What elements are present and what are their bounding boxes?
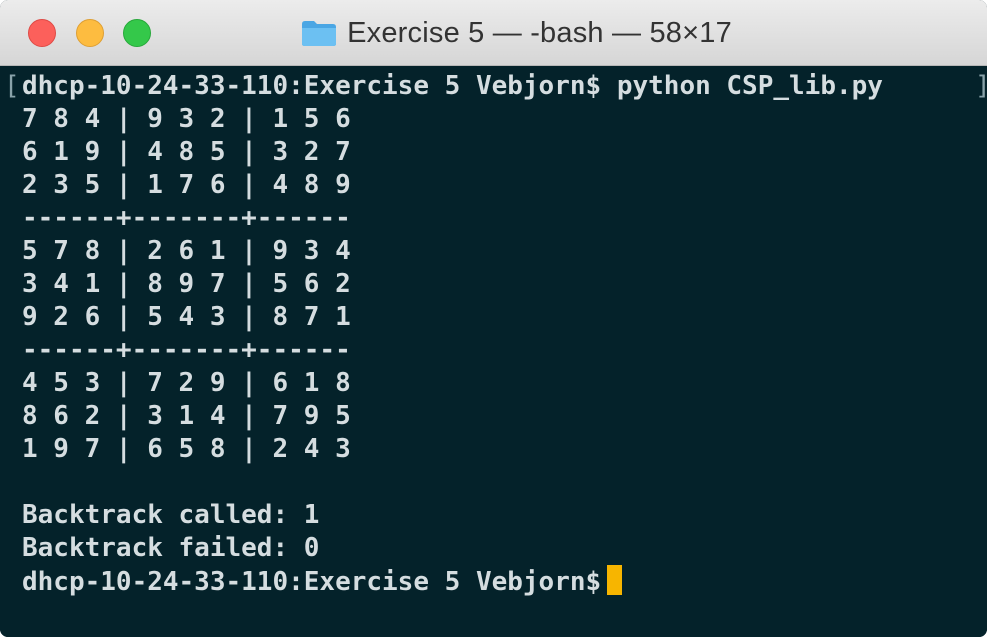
left-bracket: [	[4, 71, 20, 101]
sudoku-row-9: 1 9 7 | 6 5 8 | 2 4 3	[22, 434, 351, 464]
sudoku-row-5: 3 4 1 | 8 9 7 | 5 6 2	[22, 269, 351, 299]
terminal-window: Exercise 5 — -bash — 58×17 [ ] dhcp-10-2…	[0, 0, 987, 637]
title-bar[interactable]: Exercise 5 — -bash — 58×17	[0, 0, 987, 66]
sudoku-row-7: 4 5 3 | 7 2 9 | 6 1 8	[22, 368, 351, 398]
command-line: dhcp-10-24-33-110:Exercise 5 Vebjorn$ py…	[22, 71, 883, 101]
sudoku-row-1: 7 8 4 | 9 3 2 | 1 5 6	[22, 104, 351, 134]
window-title-group: Exercise 5 — -bash — 58×17	[0, 0, 987, 66]
sudoku-row-6: 9 2 6 | 5 4 3 | 8 7 1	[22, 302, 351, 332]
backtrack-failed-line: Backtrack failed: 0	[22, 533, 320, 563]
folder-icon	[302, 20, 337, 46]
window-title: Exercise 5 — -bash — 58×17	[347, 16, 732, 49]
right-bracket: ]	[975, 70, 987, 103]
prompt-text: dhcp-10-24-33-110:Exercise 5 Vebjorn$	[22, 567, 602, 597]
sudoku-separator-1: ------+-------+------	[22, 203, 351, 233]
terminal-output[interactable]: [ ] dhcp-10-24-33-110:Exercise 5 Vebjorn…	[0, 66, 987, 637]
terminal-cursor	[607, 565, 623, 595]
backtrack-called-line: Backtrack called: 1	[22, 500, 320, 530]
sudoku-row-4: 5 7 8 | 2 6 1 | 9 3 4	[22, 236, 351, 266]
sudoku-row-8: 8 6 2 | 3 1 4 | 7 9 5	[22, 401, 351, 431]
prompt-line[interactable]: dhcp-10-24-33-110:Exercise 5 Vebjorn$	[22, 565, 623, 599]
sudoku-row-2: 6 1 9 | 4 8 5 | 3 2 7	[22, 137, 351, 167]
sudoku-row-3: 2 3 5 | 1 7 6 | 4 8 9	[22, 170, 351, 200]
sudoku-separator-2: ------+-------+------	[22, 335, 351, 365]
